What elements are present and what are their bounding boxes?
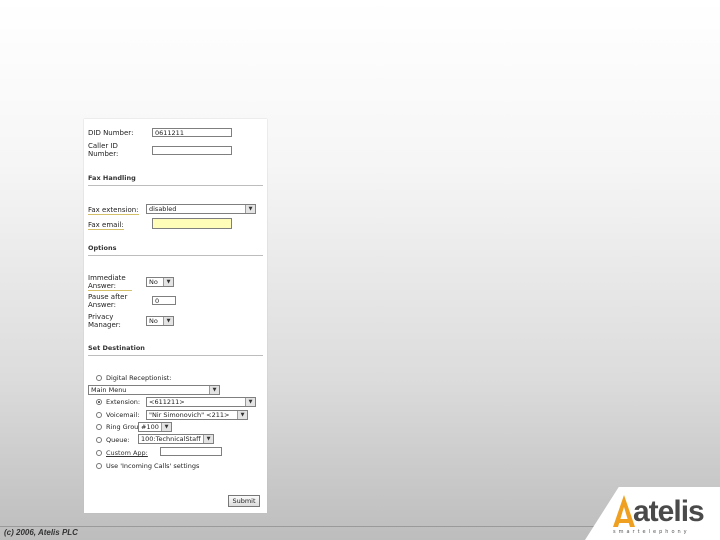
queue-label: Queue: xyxy=(106,436,130,444)
custom-app-radio[interactable] xyxy=(96,450,102,456)
extension-radio[interactable] xyxy=(96,399,102,405)
privacy-manager-value: No xyxy=(149,317,158,325)
extension-label: Extension: xyxy=(106,398,141,406)
incoming-calls-radio[interactable] xyxy=(96,463,102,469)
section-divider xyxy=(88,355,263,356)
fax-extension-value: disabled xyxy=(149,205,177,213)
chevron-down-icon: ▼ xyxy=(203,435,213,443)
logo-wordmark: atelis xyxy=(633,495,705,528)
privacy-manager-label: Privacy Manager: xyxy=(88,313,121,329)
copyright-text: (c) 2006, Atelis PLC xyxy=(4,528,78,537)
ring-group-radio[interactable] xyxy=(96,424,102,430)
did-number-input[interactable]: 0611211 xyxy=(152,128,232,137)
extension-value: <611211> xyxy=(149,398,185,406)
did-number-label: DID Number: xyxy=(88,129,134,137)
fax-handling-heading: Fax Handling xyxy=(88,174,136,182)
chevron-down-icon: ▼ xyxy=(161,423,171,431)
immediate-answer-select[interactable]: No ▼ xyxy=(146,277,174,287)
chevron-down-icon: ▼ xyxy=(209,386,219,394)
chevron-down-icon: ▼ xyxy=(245,398,255,406)
custom-app-input[interactable] xyxy=(160,447,222,456)
fax-email-input[interactable] xyxy=(152,218,232,229)
chevron-down-icon: ▼ xyxy=(163,317,173,325)
queue-select[interactable]: 100:TechnicalStaff ▼ xyxy=(138,434,214,444)
caller-id-label: Caller ID Number: xyxy=(88,142,119,158)
submit-button[interactable]: Submit xyxy=(228,495,260,507)
digital-receptionist-select[interactable]: Main Menu ▼ xyxy=(88,385,220,395)
immediate-answer-value: No xyxy=(149,278,158,286)
ring-group-value: #100 xyxy=(141,423,159,431)
inbound-route-form: DID Number: 0611211 Caller ID Number: Fa… xyxy=(84,119,267,513)
atelis-logo: atelis smartelephony xyxy=(585,487,720,540)
queue-value: 100:TechnicalStaff xyxy=(141,435,201,443)
chevron-down-icon: ▼ xyxy=(163,278,173,286)
voicemail-label: Voicemail: xyxy=(106,411,140,419)
section-divider xyxy=(88,255,263,256)
voicemail-select[interactable]: "Nir Simonovich" <211> ▼ xyxy=(146,410,248,420)
fax-email-label: Fax email: xyxy=(88,221,124,230)
logo-tagline: smartelephony xyxy=(613,529,690,535)
digital-receptionist-radio[interactable] xyxy=(96,375,102,381)
queue-radio[interactable] xyxy=(96,437,102,443)
section-divider xyxy=(88,185,263,186)
chevron-down-icon: ▼ xyxy=(245,205,255,213)
chevron-down-icon: ▼ xyxy=(237,411,247,419)
digital-receptionist-label: Digital Receptionist: xyxy=(106,374,172,382)
voicemail-value: "Nir Simonovich" <211> xyxy=(149,411,230,419)
ring-group-select[interactable]: #100 ▼ xyxy=(138,422,172,432)
fax-extension-label: Fax extension: xyxy=(88,206,139,215)
caller-id-input[interactable] xyxy=(152,146,232,155)
privacy-manager-select[interactable]: No ▼ xyxy=(146,316,174,326)
voicemail-radio[interactable] xyxy=(96,412,102,418)
custom-app-label[interactable]: Custom App: xyxy=(106,449,148,457)
pause-after-answer-input[interactable]: 0 xyxy=(152,296,176,305)
pause-after-answer-label: Pause after Answer: xyxy=(88,293,128,309)
incoming-calls-label: Use 'Incoming Calls' settings xyxy=(106,462,200,470)
immediate-answer-label: Immediate Answer: xyxy=(88,274,132,291)
logo-mark-icon xyxy=(613,495,635,527)
fax-extension-select[interactable]: disabled ▼ xyxy=(146,204,256,214)
extension-select[interactable]: <611211> ▼ xyxy=(146,397,256,407)
options-heading: Options xyxy=(88,244,117,252)
digital-receptionist-value: Main Menu xyxy=(91,386,127,394)
set-destination-heading: Set Destination xyxy=(88,344,145,352)
